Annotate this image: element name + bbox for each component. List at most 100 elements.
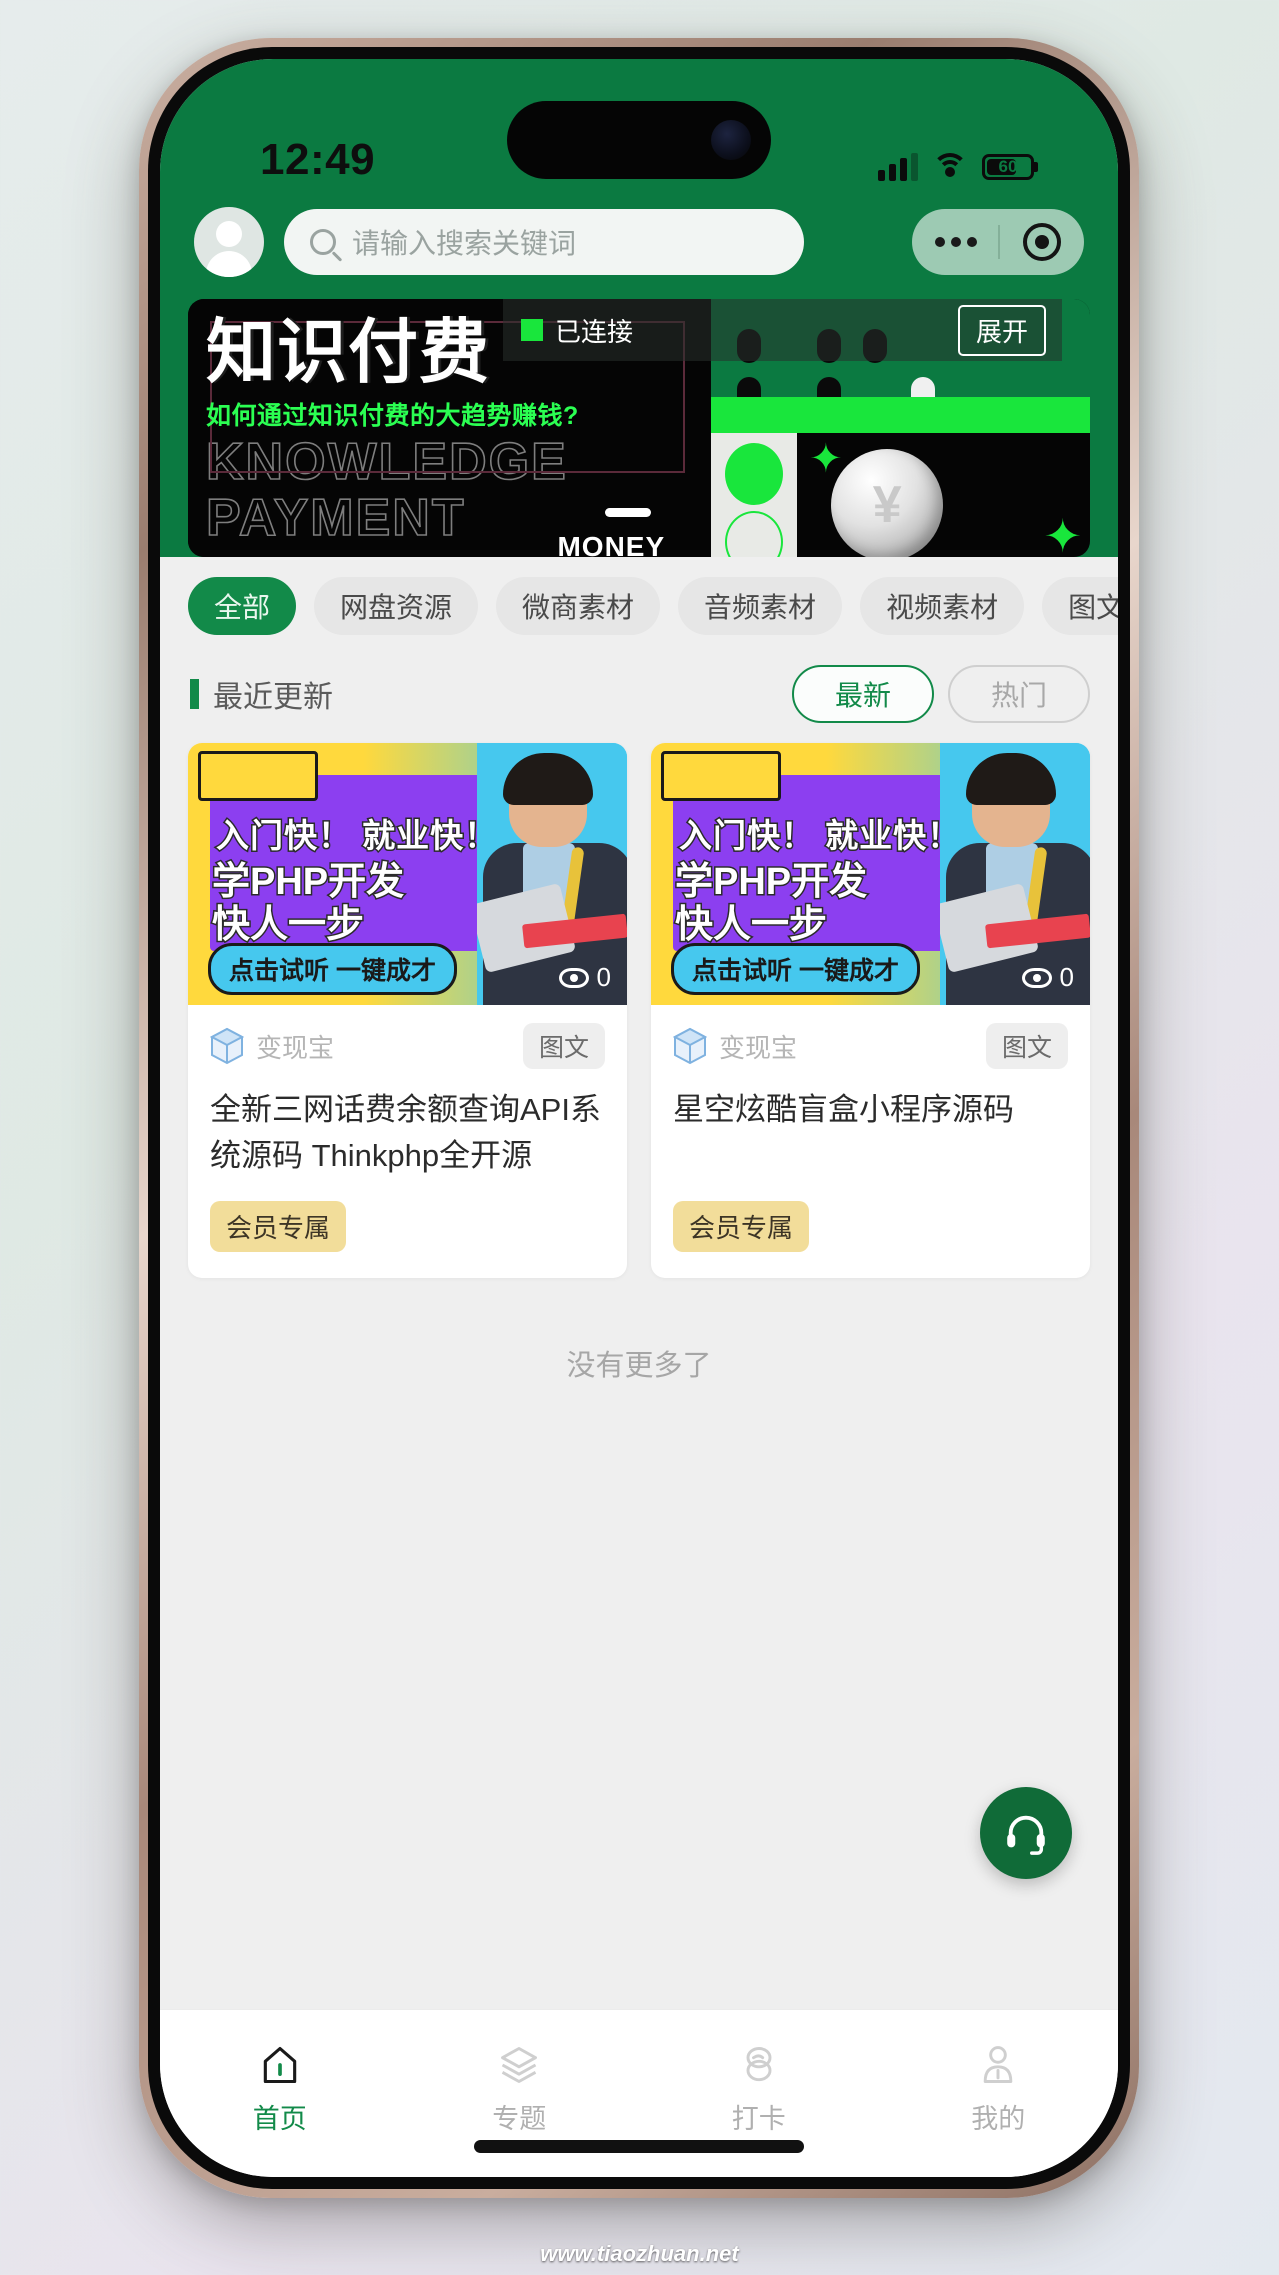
person-icon (983, 2046, 1013, 2083)
card-view-count: 0 (558, 962, 611, 993)
sparkle-icon: ✦ (809, 437, 843, 481)
card-vip-badge: 会员专属 (210, 1201, 347, 1252)
more-dots-icon[interactable] (935, 237, 977, 247)
cube-icon (673, 1027, 707, 1065)
banner-lower-decor: ✦ ¥ ✦ (711, 433, 1090, 557)
battery-percent-label: 60 (998, 157, 1018, 176)
phone-bezel: 12:49 60 请输入搜索关键词 知识付费 如何通过知识付费的大趋势赚钱? K… (148, 47, 1130, 2189)
thumb-headline-2: 学PHP开发 快人一步 (210, 860, 405, 948)
stamp-icon (746, 2047, 772, 2082)
banner-artwork-left: 知识付费 如何通过知识付费的大趋势赚钱? KNOWLEDGE PAYMENT M… (188, 299, 712, 557)
card-meta-row: 变现宝 图文 (673, 1023, 1068, 1069)
thumb-headline-1: 入门快！ 就业快！ (214, 816, 499, 856)
eye-icon (558, 967, 589, 988)
thumb-headline-2b: 快人一步 (210, 902, 365, 947)
site-watermark: www.tiaozhuan.net (540, 2241, 739, 2266)
card-type-tag: 图文 (522, 1023, 605, 1069)
miniprogram-capsule (912, 209, 1084, 275)
category-chip-weishang[interactable]: 微商素材 (496, 577, 661, 635)
card-title: 全新三网话费余额查询API系统源码 Thinkphp全开源 (210, 1092, 601, 1173)
banner-section: 知识付费 如何通过知识付费的大趋势赚钱? KNOWLEDGE PAYMENT M… (160, 299, 1118, 557)
category-chip-all[interactable]: 全部 (188, 577, 297, 635)
thumb-note-decor (661, 751, 781, 801)
home-indicator[interactable] (474, 2140, 804, 2153)
search-bar[interactable]: 请输入搜索关键词 (284, 209, 804, 275)
tab-checkin-label: 打卡 (731, 2104, 786, 2134)
card-view-count: 0 (1021, 962, 1074, 993)
view-count-value: 0 (1059, 962, 1074, 992)
tab-profile[interactable]: 我的 (879, 2010, 1119, 2169)
coin-icon: ¥ (831, 449, 944, 557)
end-of-list-label: 没有更多了 (566, 1350, 712, 1382)
signal-bars-icon (878, 153, 918, 181)
status-bar-time: 12:49 (260, 135, 376, 184)
front-camera-icon (711, 120, 751, 160)
card-thumbnail[interactable]: 入门快！ 就业快！ 学PHP开发 快人一步 点击试听 一键成才 0 (188, 743, 627, 1005)
card-thumbnail[interactable]: 入门快！ 就业快！ 学PHP开发 快人一步 点击试听 一键成才 0 (651, 743, 1090, 1005)
section-header: 最近更新 最新 热门 (160, 653, 1118, 743)
banner-dash-decor (605, 508, 652, 517)
banner-green-bar-decor (711, 397, 1090, 433)
category-chip-graphic[interactable]: 图文素材 (1042, 577, 1118, 635)
card-type-tag: 图文 (985, 1023, 1068, 1069)
status-bar: 12:49 60 (160, 59, 1118, 197)
thumb-headline-2b: 快人一步 (673, 902, 828, 947)
category-filter-bar[interactable]: 全部 网盘资源 微商素材 音频素材 视频素材 图文素材 (160, 557, 1118, 653)
page-scroll-area[interactable]: 知识付费 如何通过知识付费的大趋势赚钱? KNOWLEDGE PAYMENT M… (160, 299, 1118, 2009)
product-card[interactable]: 入门快！ 就业快！ 学PHP开发 快人一步 点击试听 一键成才 0 变现宝 图文… (651, 743, 1090, 1278)
sort-latest-button[interactable]: 最新 (792, 665, 934, 723)
view-count-value: 0 (596, 962, 611, 992)
thumb-headline-2a: 学PHP开发 (210, 860, 405, 905)
battery-icon: 60 (982, 154, 1034, 180)
thumb-note-decor (198, 751, 318, 801)
card-source-name: 变现宝 (256, 1032, 335, 1063)
thumb-cta-badge: 点击试听 一键成才 (671, 943, 920, 995)
banner-money-label: MONEY (557, 531, 666, 557)
tab-home[interactable]: 首页 (160, 2010, 400, 2169)
home-icon (263, 2046, 296, 2084)
card-vip-badge: 会员专属 (673, 1201, 810, 1252)
sort-hot-button[interactable]: 热门 (948, 665, 1090, 723)
user-avatar-icon[interactable] (194, 207, 264, 277)
card-body: 变现宝 图文 全新三网话费余额查询API系统源码 Thinkphp全开源 会员专… (188, 1005, 627, 1278)
headset-icon (1007, 1815, 1045, 1855)
promo-banner[interactable]: 知识付费 如何通过知识付费的大趋势赚钱? KNOWLEDGE PAYMENT M… (188, 299, 1090, 557)
search-icon (310, 229, 336, 255)
thumb-cta-badge: 点击试听 一键成才 (208, 943, 457, 995)
card-meta-row: 变现宝 图文 (210, 1023, 605, 1069)
thumb-headline-2a: 学PHP开发 (673, 860, 868, 905)
product-card[interactable]: 入门快！ 就业快！ 学PHP开发 快人一步 点击试听 一键成才 0 变现宝 图文… (188, 743, 627, 1278)
thumb-headline-1: 入门快！ 就业快！ (677, 816, 962, 856)
layers-icon (501, 2047, 538, 2083)
card-title: 星空炫酷盲盒小程序源码 (673, 1092, 1014, 1127)
phone-screen: 12:49 60 请输入搜索关键词 知识付费 如何通过知识付费的大趋势赚钱? K… (160, 59, 1118, 2177)
banner-title: 知识付费 (206, 313, 490, 391)
expand-button[interactable]: 展开 (957, 304, 1046, 356)
app-header: 请输入搜索关键词 (160, 197, 1118, 299)
category-chip-audio[interactable]: 音频素材 (678, 577, 843, 635)
phone-device-frame: 12:49 60 请输入搜索关键词 知识付费 如何通过知识付费的大趋势赚钱? K… (139, 38, 1139, 2198)
card-source-name: 变现宝 (719, 1032, 798, 1063)
eye-icon (1021, 967, 1052, 988)
wifi-icon (932, 153, 968, 181)
category-chip-netdisk[interactable]: 网盘资源 (314, 577, 479, 635)
banner-subtitle: 如何通过知识付费的大趋势赚钱? (206, 402, 579, 431)
banner-circles-decor (711, 433, 798, 557)
banner-coin-panel: ✦ ¥ ✦ (797, 433, 1090, 557)
sort-toggle-group: 最新 热门 (792, 665, 1090, 723)
target-circle-icon[interactable] (1023, 223, 1061, 261)
customer-support-button[interactable] (980, 1787, 1072, 1879)
thumb-headline-2: 学PHP开发 快人一步 (673, 860, 868, 948)
card-body: 变现宝 图文 星空炫酷盲盒小程序源码 会员专属 (651, 1005, 1090, 1278)
product-card-grid: 入门快！ 就业快！ 学PHP开发 快人一步 点击试听 一键成才 0 变现宝 图文… (160, 743, 1118, 1278)
section-title: 最近更新 (213, 681, 333, 714)
category-chip-video[interactable]: 视频素材 (860, 577, 1025, 635)
tab-profile-label: 我的 (971, 2104, 1026, 2134)
search-input[interactable]: 请输入搜索关键词 (352, 222, 576, 262)
dynamic-island (507, 101, 771, 179)
section-accent-bar (190, 679, 199, 709)
cube-icon (210, 1027, 244, 1065)
sparkle-icon: ✦ (1043, 510, 1082, 557)
tab-topics-label: 专题 (492, 2104, 547, 2134)
tab-home-label: 首页 (252, 2104, 307, 2134)
